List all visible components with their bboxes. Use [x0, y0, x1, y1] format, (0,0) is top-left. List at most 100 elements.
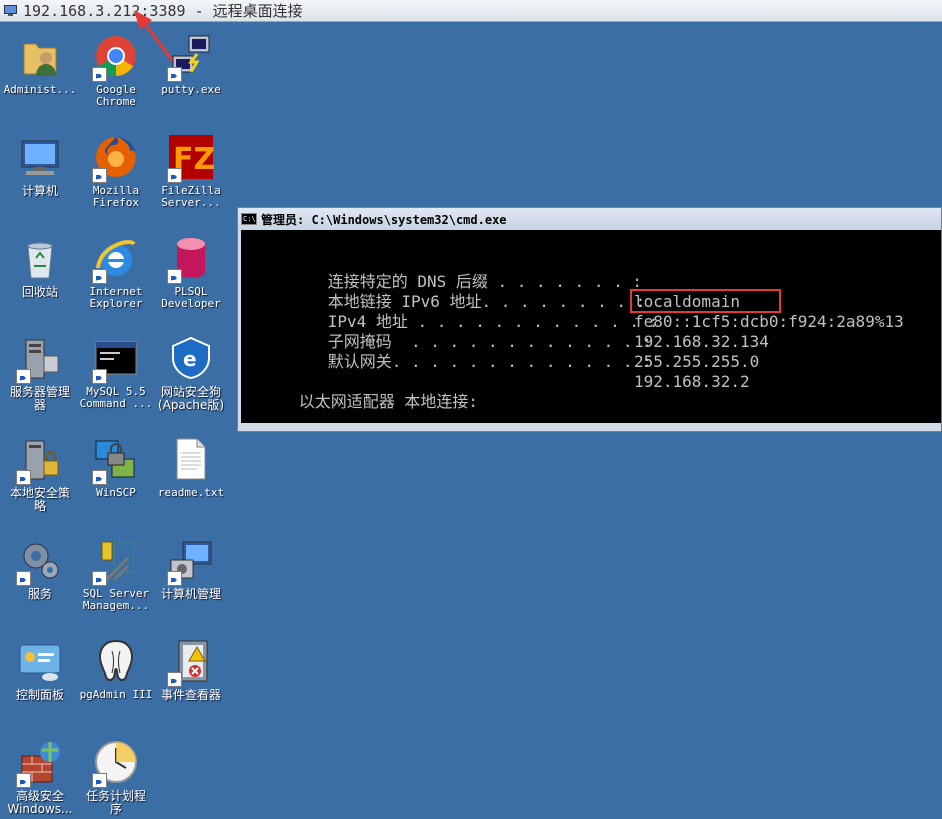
icon-label: 事件查看器	[160, 688, 221, 702]
icon-label: PLSQL Developer	[161, 285, 221, 310]
desktop-icon-firefox[interactable]: Mozilla Firefox	[79, 125, 153, 217]
ipv4-highlight-box	[630, 289, 781, 313]
shortcut-arrow-icon	[167, 571, 182, 586]
firefox-icon	[92, 133, 140, 183]
desktop-icon-event-viewer[interactable]: 事件查看器	[154, 629, 228, 721]
icon-label: pgAdmin III	[79, 688, 153, 701]
desktop-icon-computer-management[interactable]: 计算机管理	[154, 528, 228, 620]
shortcut-arrow-icon	[92, 67, 107, 82]
icon-label: 服务器管理 器	[9, 385, 70, 412]
event-viewer-icon	[167, 637, 215, 687]
icon-label: 计算机管理	[160, 587, 221, 601]
cmd-line-label: 以太网适配器 本地连接:	[298, 392, 479, 411]
desktop-icon-sql-server[interactable]: SQL Server Managem...	[79, 528, 153, 620]
desktop-icon-task-scheduler[interactable]: 任务计划程 序	[79, 730, 153, 819]
shortcut-arrow-icon	[16, 773, 31, 788]
firewall-icon	[16, 738, 64, 788]
icon-label: Mozilla Firefox	[92, 184, 140, 209]
shortcut-arrow-icon	[92, 269, 107, 284]
shortcut-arrow-icon	[167, 269, 182, 284]
chrome-icon	[92, 32, 140, 82]
icon-label: Google Chrome	[96, 83, 136, 108]
svg-text:e: e	[183, 347, 197, 371]
cmd-line-adapter: 以太网适配器 本地连接:	[241, 372, 478, 423]
cmd-line-label: 默认网关. . . . . . . . . . . . . :	[298, 352, 652, 371]
pgadmin-icon	[92, 637, 140, 685]
desktop-icon-services[interactable]: 服务	[3, 528, 77, 620]
icon-label: 本地安全策 略	[9, 486, 70, 513]
text-file-icon	[167, 435, 215, 483]
computer-icon	[16, 133, 64, 181]
shortcut-arrow-icon	[92, 571, 107, 586]
plsql-icon	[167, 234, 215, 284]
desktop-icon-internet-explorer[interactable]: Internet Explorer	[79, 226, 153, 318]
shortcut-arrow-icon	[16, 369, 31, 384]
shortcut-arrow-icon	[16, 571, 31, 586]
remote-desktop-icon	[4, 4, 17, 16]
cmd-line-value: 192.168.32.2	[634, 372, 750, 391]
cmd-window[interactable]: C:\ 管理员: C:\Windows\system32\cmd.exe 连接特…	[237, 207, 942, 432]
cmd-title-bar[interactable]: C:\ 管理员: C:\Windows\system32\cmd.exe	[238, 208, 941, 230]
server-manager-icon	[16, 334, 64, 384]
desktop-icon-computer[interactable]: 计算机	[3, 125, 77, 217]
icon-label: Administ...	[3, 83, 77, 96]
icon-label: MySQL 5.5 Command ...	[79, 385, 153, 410]
desktop-icon-readme[interactable]: readme.txt	[154, 427, 228, 519]
icon-label: SQL Server Managem...	[82, 587, 150, 612]
desktop-icon-recycle-bin[interactable]: 回收站	[3, 226, 77, 318]
icon-label: readme.txt	[157, 486, 225, 499]
shortcut-arrow-icon	[92, 168, 107, 183]
desktop-icon-putty[interactable]: putty.exe	[154, 24, 228, 116]
icon-label: 任务计划程 序	[85, 789, 146, 816]
shortcut-arrow-icon	[167, 67, 182, 82]
shortcut-arrow-icon	[167, 672, 182, 687]
desktop-icon-mysql-command[interactable]: MySQL 5.5 Command ...	[79, 326, 153, 418]
local-security-icon	[16, 435, 64, 485]
icon-label: 回收站	[21, 285, 58, 299]
desktop-icon-control-panel[interactable]: 控制面板	[3, 629, 77, 721]
desktop-icon-administrator[interactable]: Administ...	[3, 24, 77, 116]
sql-server-icon	[92, 536, 140, 586]
icon-label: 计算机	[21, 184, 58, 198]
shortcut-arrow-icon	[92, 773, 107, 788]
desktop-icon-pgadmin[interactable]: pgAdmin III	[79, 629, 153, 721]
desktop-icon-safedog[interactable]: e 网站安全狗 (Apache版)	[154, 326, 228, 418]
ie-icon	[92, 234, 140, 284]
icon-label: WinSCP	[96, 486, 136, 499]
mysql-cmd-icon	[92, 334, 140, 384]
desktop-icon-chrome[interactable]: Google Chrome	[79, 24, 153, 116]
desktop-icon-filezilla[interactable]: FZ FileZilla Server...	[154, 125, 228, 217]
desktop-icon-firewall[interactable]: 高级安全 Windows...	[3, 730, 77, 819]
computer-management-icon	[167, 536, 215, 586]
desktop-icon-winscp[interactable]: WinSCP	[79, 427, 153, 519]
cmd-line-value: 255.255.255.0	[634, 352, 760, 371]
icon-label: putty.exe	[161, 83, 221, 96]
safedog-icon: e	[167, 334, 215, 382]
cmd-line-value: 192.168.32.134	[634, 332, 769, 351]
icon-label: 服务	[27, 587, 52, 601]
control-panel-icon	[16, 637, 64, 685]
desktop-icon-local-security-policy[interactable]: 本地安全策 略	[3, 427, 77, 519]
cmd-icon: C:\	[241, 213, 257, 225]
desktop-icon-server-manager[interactable]: 服务器管理 器	[3, 326, 77, 418]
putty-icon	[167, 32, 215, 82]
icon-label: Internet Explorer	[89, 285, 143, 310]
cmd-title: 管理员: C:\Windows\system32\cmd.exe	[261, 212, 507, 227]
cmd-line-value: fe80::1cf5:dcb0:f924:2a89%13	[634, 312, 904, 331]
icon-label: 网站安全狗 (Apache版)	[157, 385, 225, 412]
recycle-bin-icon	[16, 234, 64, 282]
task-scheduler-icon	[92, 738, 140, 788]
user-folder-icon	[16, 32, 64, 80]
winscp-icon	[92, 435, 140, 485]
services-gear-icon	[16, 536, 64, 586]
cmd-console[interactable]: 连接特定的 DNS 后缀 . . . . . . . : localdomain…	[241, 230, 941, 423]
icon-label: 控制面板	[15, 688, 64, 702]
desktop-icon-plsql[interactable]: PLSQL Developer	[154, 226, 228, 318]
shortcut-arrow-icon	[92, 470, 107, 485]
icon-label: FileZilla Server...	[161, 184, 221, 209]
filezilla-icon: FZ	[167, 133, 215, 183]
shortcut-arrow-icon	[92, 369, 107, 384]
shortcut-arrow-icon	[167, 168, 182, 183]
shortcut-arrow-icon	[16, 470, 31, 485]
icon-label: 高级安全 Windows...	[7, 789, 73, 816]
